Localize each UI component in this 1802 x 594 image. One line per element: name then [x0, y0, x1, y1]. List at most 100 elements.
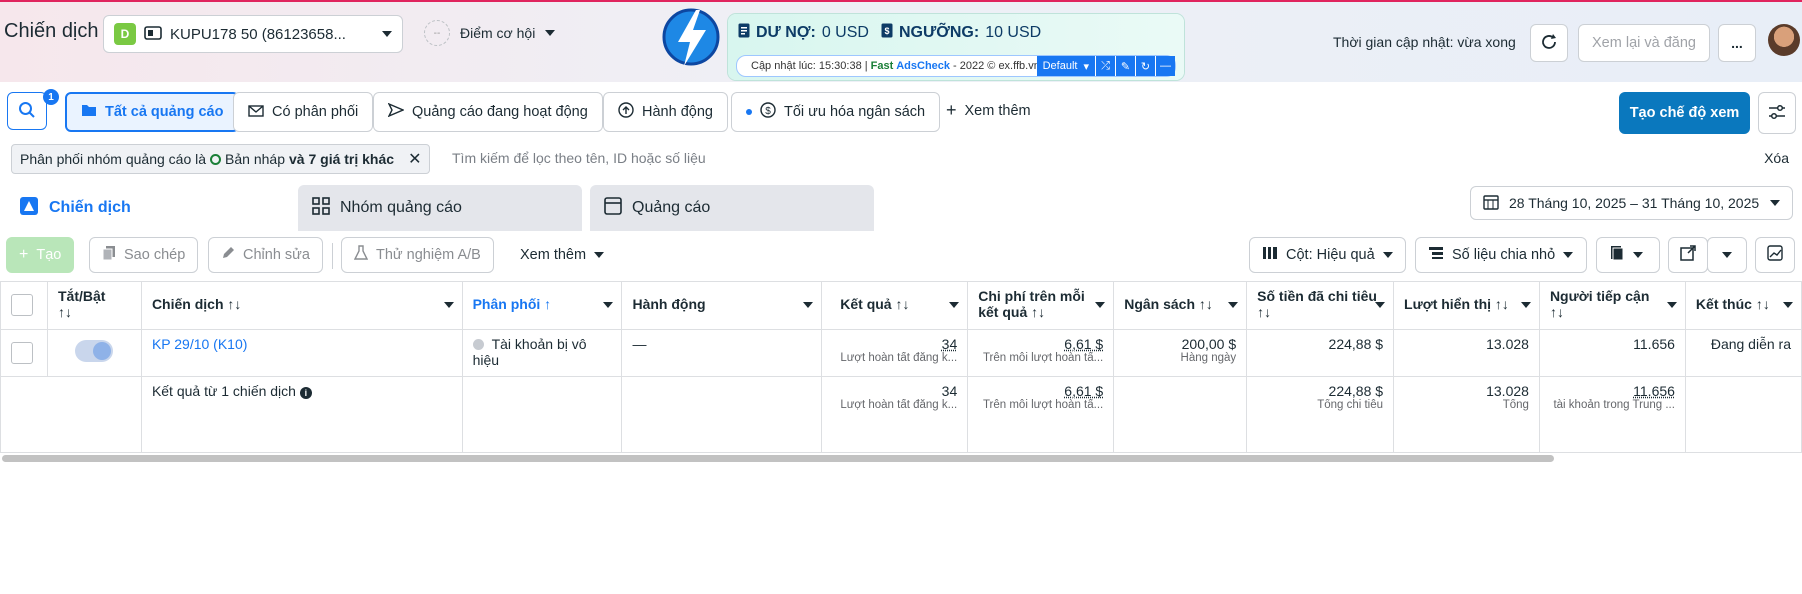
column-header-results[interactable]: Kết quả ↑↓ — [821, 281, 969, 330]
fast-adscheck-logo-icon — [662, 8, 720, 66]
opportunity-score[interactable]: -- Điểm cơ hội — [424, 20, 556, 46]
document-icon — [738, 23, 750, 43]
close-icon[interactable]: ✕ — [408, 149, 421, 169]
delivery-filter-pill[interactable]: Phân phối nhóm quảng cáo là Bản nháp và … — [11, 144, 431, 174]
chevron-down-icon: ▾ — [1083, 60, 1089, 73]
toolbar-see-more[interactable]: Xem thêm — [508, 237, 617, 273]
header-label: Số tiền đã chi tiêu — [1257, 288, 1377, 304]
tab-ad-sets[interactable]: Nhóm quảng cáo — [298, 185, 582, 231]
minimize-icon[interactable]: — — [1155, 56, 1175, 76]
chevron-down-icon — [594, 252, 605, 258]
chip-budget-optimization[interactable]: $ Tối ưu hóa ngân sách — [731, 92, 941, 132]
select-all-checkbox[interactable] — [11, 294, 33, 316]
export-dropdown-button[interactable] — [1707, 237, 1747, 273]
column-header-budget[interactable]: Ngân sách ↑↓ — [1113, 281, 1248, 330]
summary-empty-cell — [461, 376, 623, 453]
header-label: Phân phối — [472, 296, 541, 312]
adscheck-debt-row: DƯ NỢ: 0 USD $ NGƯỠNG: 10 USD — [738, 23, 1047, 43]
flask-icon — [353, 245, 369, 265]
chip-all-ads[interactable]: Tất cả quảng cáo — [65, 92, 240, 132]
header-label: Tắt/Bật — [57, 288, 106, 304]
edit-button[interactable]: Chỉnh sửa — [208, 237, 323, 273]
campaign-link[interactable]: KP 29/10 (K10) — [152, 336, 247, 352]
charts-button[interactable] — [1755, 237, 1795, 273]
chip-actions[interactable]: Hành động — [603, 92, 728, 132]
column-header-delivery[interactable]: Phân phối ↑ — [461, 281, 623, 330]
filter-prefix: Phân phối nhóm quảng cáo là — [20, 151, 207, 167]
column-header-action[interactable]: Hành động — [621, 281, 823, 330]
chip-active-ads[interactable]: Quảng cáo đang hoạt động — [373, 92, 603, 132]
view-settings-button[interactable] — [1758, 92, 1796, 134]
budget-value[interactable]: 200,00 $ — [1124, 336, 1237, 352]
sort-icon: ↑↓ — [1198, 296, 1213, 312]
column-header-toggle[interactable]: Tắt/Bật ↑↓ — [46, 281, 142, 330]
adscheck-controls: Default ▾ ⤮ ✎ ↻ — — [1036, 56, 1175, 76]
tab-ads[interactable]: Quảng cáo — [590, 185, 874, 231]
table-row[interactable]: KP 29/10 (K10) Tài khoản bị vô hiệu — 34… — [0, 329, 1802, 377]
filter-bar: Phân phối nhóm quảng cáo là Bản nháp và … — [5, 141, 1797, 177]
horizontal-scrollbar[interactable] — [2, 455, 1554, 462]
create-view-button[interactable]: Tạo chế độ xem — [1619, 92, 1750, 134]
date-range-picker[interactable]: 28 Tháng 10, 2025 – 31 Tháng 10, 2025 — [1470, 186, 1793, 220]
copy-label: Sao chép — [124, 247, 186, 263]
threshold-label: NGƯỠNG: — [898, 24, 980, 41]
cpr-value[interactable]: 6,61 $ — [978, 336, 1103, 352]
filter-value: Bản nháp — [225, 151, 285, 167]
chevron-down-icon — [1563, 252, 1574, 258]
summary-reach[interactable]: 11.656 — [1550, 383, 1675, 399]
review-publish-button[interactable]: Xem lại và đăng — [1578, 24, 1710, 62]
profile-dropdown[interactable]: Default ▾ — [1036, 56, 1095, 76]
action-value: — — [632, 336, 647, 352]
column-header-reach[interactable]: Người tiếp cận ↑↓ — [1538, 281, 1686, 330]
header-label: Lượt hiển thị — [1404, 296, 1492, 312]
create-button[interactable]: + Tạo — [6, 237, 75, 273]
chevron-down-icon — [803, 302, 814, 308]
ends-cell: Đang diễn ra — [1684, 329, 1802, 377]
chip-label: Có phân phối — [272, 104, 359, 120]
more-options-button[interactable]: ... — [1718, 24, 1756, 62]
see-more-label: Xem thêm — [520, 247, 587, 263]
export-button[interactable] — [1668, 237, 1708, 273]
edit-icon[interactable]: ✎ — [1115, 56, 1135, 76]
ab-test-button[interactable]: Thử nghiệm A/B — [341, 237, 494, 273]
dollar-circle-icon: $ — [760, 102, 776, 122]
refresh-icon[interactable]: ↻ — [1135, 56, 1155, 76]
row-checkbox[interactable] — [11, 342, 33, 364]
duplicate-button[interactable]: Sao chép — [89, 237, 199, 273]
opportunity-score-circle: -- — [424, 20, 450, 46]
search-button[interactable]: 1 — [7, 89, 59, 130]
tab-label: Chiến dịch — [49, 199, 131, 216]
account-selector[interactable]: D KUPU178 50 (86123658... — [103, 15, 403, 53]
chevron-down-icon — [1770, 200, 1780, 206]
clear-filters-button[interactable]: Xóa — [1764, 150, 1789, 166]
ends-value: Đang diễn ra — [1710, 336, 1791, 352]
avatar[interactable] — [1768, 24, 1800, 56]
header-label: Kết thúc — [1695, 296, 1752, 312]
page-title: Chiến dịch — [4, 20, 99, 42]
refresh-button[interactable] — [1530, 24, 1568, 62]
chevron-down-icon — [949, 302, 960, 308]
column-header-ends[interactable]: Kết thúc ↑↓ — [1684, 281, 1802, 330]
columns-button[interactable]: Cột: Hiệu quả — [1249, 237, 1406, 273]
column-header-campaign[interactable]: Chiến dịch ↑↓ — [140, 281, 463, 330]
tab-campaigns[interactable]: Chiến dịch — [5, 183, 289, 233]
chevron-down-icon — [1228, 302, 1239, 308]
breakdown-button[interactable]: Số liệu chia nhỏ — [1415, 237, 1587, 273]
chip-with-delivery[interactable]: Có phân phối — [233, 92, 374, 132]
see-more-views-button[interactable]: + Xem thêm — [946, 100, 1031, 121]
column-header-cost-per-result[interactable]: Chi phí trên mỗi kết quả ↑↓ — [967, 281, 1115, 330]
shuffle-icon[interactable]: ⤮ — [1095, 56, 1115, 76]
reach-value: 11.656 — [1633, 336, 1675, 352]
header-label: Người tiếp cận — [1549, 288, 1650, 304]
filter-search-input[interactable]: Tìm kiếm để lọc theo tên, ID hoặc số liệ… — [452, 150, 706, 166]
info-icon[interactable]: i — [299, 387, 312, 399]
envelope-icon — [248, 103, 264, 121]
summary-cpr[interactable]: 6,61 $ — [978, 383, 1103, 399]
column-header-impressions[interactable]: Lượt hiển thị ↑↓ — [1393, 281, 1540, 330]
column-header-amount-spent[interactable]: Số tiền đã chi tiêu ↑↓ — [1246, 281, 1395, 330]
reports-button[interactable] — [1596, 237, 1660, 273]
filter-more: và 7 giá trị khác — [289, 151, 395, 167]
account-name: KUPU178 50 (86123658... — [170, 25, 346, 43]
campaign-toggle[interactable] — [75, 340, 114, 362]
results-value[interactable]: 34 — [832, 336, 958, 352]
